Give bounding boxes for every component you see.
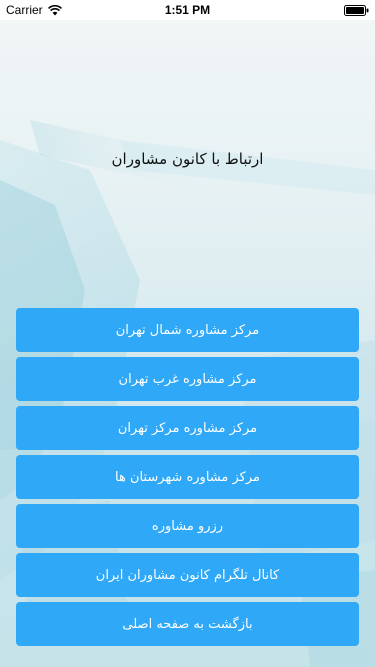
battery-icon (344, 5, 369, 16)
reserve-consultation-button[interactable]: رزرو مشاوره (16, 504, 359, 548)
north-tehran-center-button[interactable]: مرکز مشاوره شمال تهران (16, 308, 359, 352)
status-time: 1:51 PM (164, 3, 211, 17)
contact-menu: مرکز مشاوره شمال تهران مرکز مشاوره غرب ت… (16, 308, 359, 651)
central-tehran-center-button[interactable]: مرکز مشاوره مرکز تهران (16, 406, 359, 450)
back-to-home-button[interactable]: بازگشت به صفحه اصلی (16, 602, 359, 646)
west-tehran-center-button[interactable]: مرکز مشاوره غرب تهران (16, 357, 359, 401)
telegram-channel-button[interactable]: کانال تلگرام کانون مشاوران ایران (16, 553, 359, 597)
page-title: ارتباط با کانون مشاوران (111, 150, 264, 168)
status-bar: Carrier 1:51 PM (0, 0, 375, 20)
cities-center-button[interactable]: مرکز مشاوره شهرستان ها (16, 455, 359, 499)
